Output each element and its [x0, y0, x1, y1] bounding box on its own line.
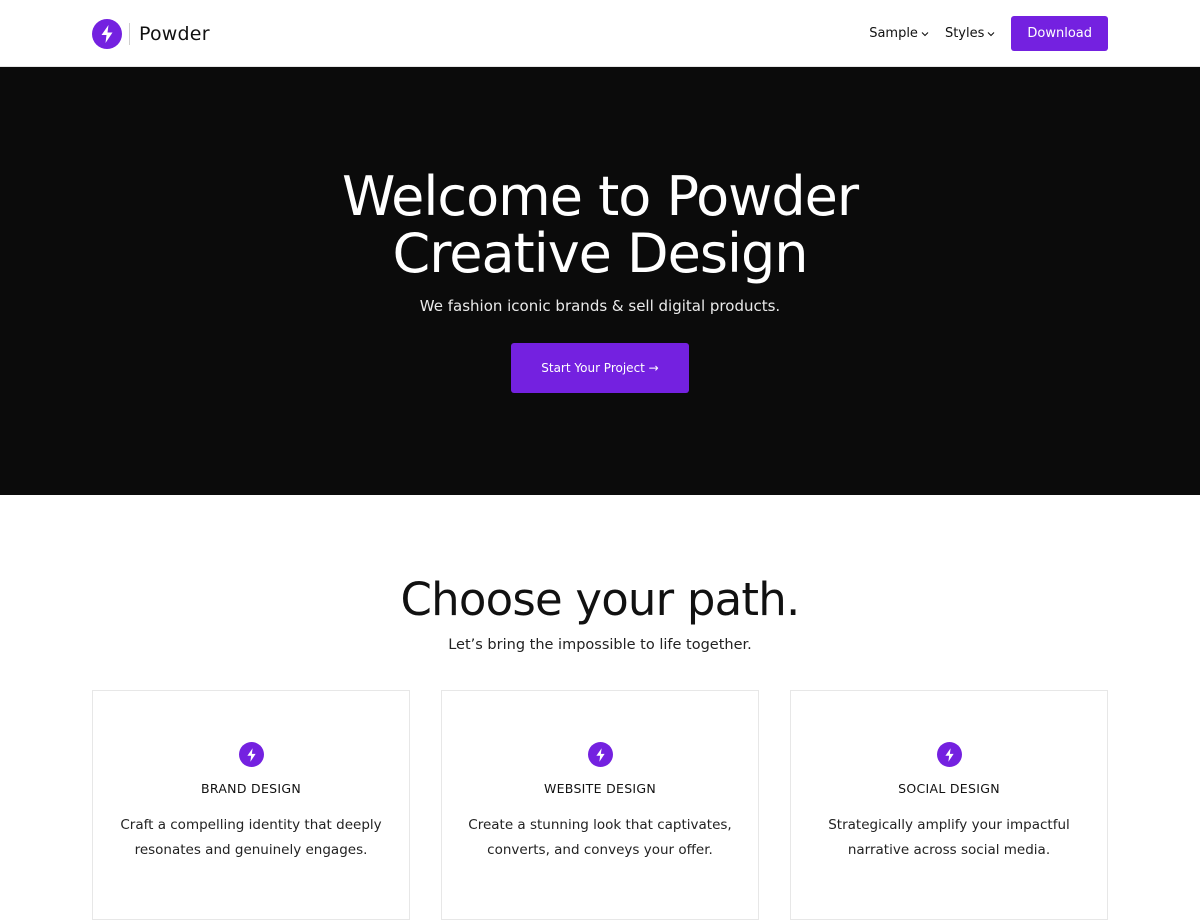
card-website-design: WEBSITE DESIGN Create a stunning look th…	[441, 690, 759, 920]
hero-title-line-2: Creative Design	[392, 222, 809, 285]
card-social-design: SOCIAL DESIGN Strategically amplify your…	[790, 690, 1108, 920]
nav-item-sample[interactable]: Sample	[869, 26, 929, 41]
paths-subtitle: Let’s bring the impossible to life toget…	[448, 637, 752, 653]
card-brand-design: BRAND DESIGN Craft a compelling identity…	[92, 690, 410, 920]
chevron-down-icon	[987, 31, 995, 37]
card-description: Create a stunning look that captivates, …	[462, 813, 738, 863]
paths-title: Choose your path.	[400, 573, 801, 626]
main-nav: Sample Styles Download	[869, 16, 1108, 51]
chevron-down-icon	[921, 31, 929, 37]
lightning-icon	[239, 742, 264, 767]
brand-name: Powder	[139, 22, 210, 45]
card-description: Craft a compelling identity that deeply …	[113, 813, 389, 863]
nav-item-styles[interactable]: Styles	[945, 26, 995, 41]
card-description: Strategically amplify your impactful nar…	[811, 813, 1087, 863]
card-description-line-1: Create a stunning look that captivates,	[468, 817, 732, 833]
hero-title-line-1: Welcome to Powder	[341, 165, 859, 228]
card-description-line-2: resonates and genuinely engages.	[134, 842, 368, 858]
lightning-icon	[937, 742, 962, 767]
site-header: Powder Sample Styles Download	[0, 0, 1200, 67]
brand-divider	[129, 22, 130, 45]
card-title: WEBSITE DESIGN	[543, 781, 657, 796]
hero-title: Welcome to Powder Creative Design	[0, 168, 1200, 282]
lightning-logo-icon	[92, 18, 122, 49]
card-description-line-2: narrative across social media.	[847, 842, 1051, 858]
card-description-line-1: Strategically amplify your impactful	[828, 817, 1070, 833]
hero-subtitle: We fashion iconic brands & sell digital …	[419, 297, 781, 315]
lightning-icon	[588, 742, 613, 767]
hero-section: Welcome to Powder Creative Design We fas…	[0, 67, 1200, 495]
brand-link[interactable]: Powder	[92, 18, 210, 49]
nav-item-label: Styles	[944, 26, 985, 41]
card-description-line-2: converts, and conveys your offer.	[487, 842, 713, 858]
card-title: SOCIAL DESIGN	[898, 781, 1000, 796]
nav-item-label: Sample	[869, 26, 918, 41]
card-description-line-1: Craft a compelling identity that deeply	[120, 817, 382, 833]
card-title: BRAND DESIGN	[200, 781, 302, 796]
download-button[interactable]: Download	[1011, 16, 1108, 51]
start-project-button[interactable]: Start Your Project →	[511, 343, 689, 393]
